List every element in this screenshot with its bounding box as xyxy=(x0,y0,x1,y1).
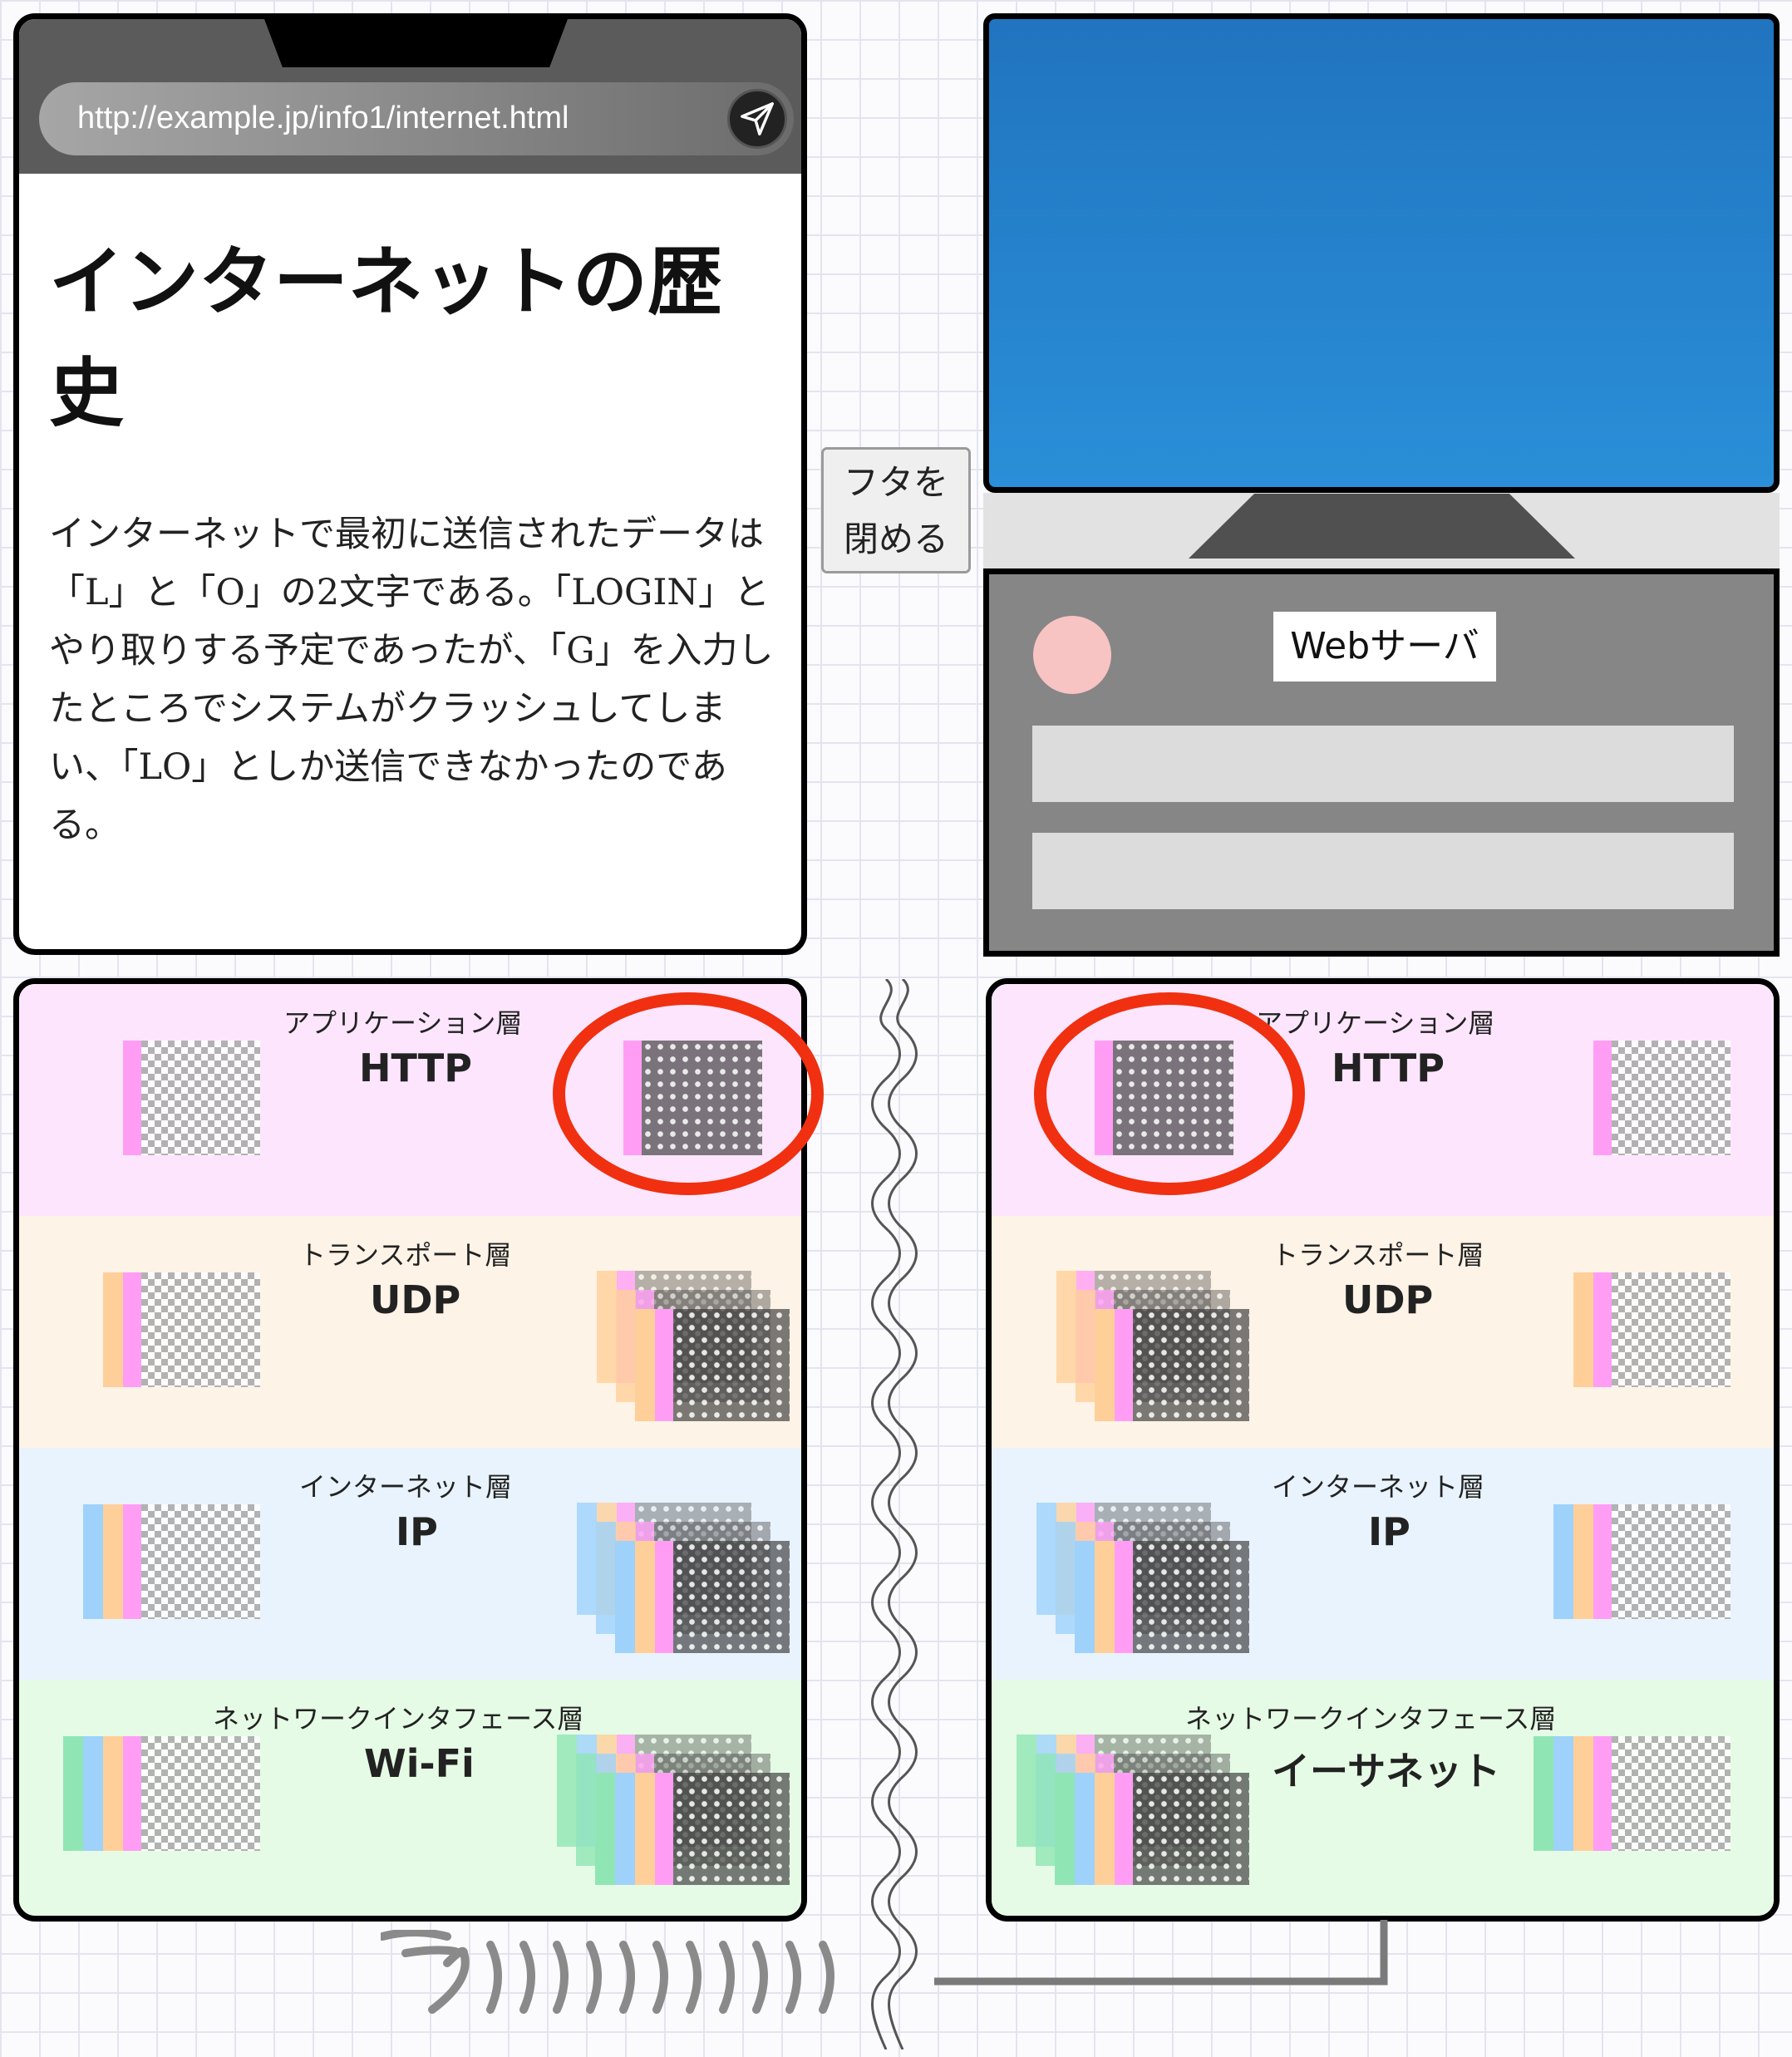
server-transport-layer: トランスポート層 UDP xyxy=(992,1216,1774,1448)
client-network-interface-layer: ネットワークインタフェース層 Wi-Fi xyxy=(19,1680,801,1916)
layer-name: ネットワークインタフェース層 xyxy=(213,1703,584,1735)
server-drive-slot xyxy=(1032,726,1734,802)
device-notch xyxy=(264,19,568,67)
layer-name: トランスポート層 xyxy=(299,1239,512,1271)
close-lid-button[interactable]: フタを 閉める xyxy=(821,447,971,573)
protocol-label: イーサネット xyxy=(1272,1749,1501,1794)
layer-name: アプリケーション層 xyxy=(283,1007,523,1039)
server-internet-layer: インターネット層 IP xyxy=(992,1448,1774,1680)
client-browser-window: http://example.jp/info1/internet.html イン… xyxy=(13,13,807,955)
server-status-led xyxy=(1033,616,1111,694)
send-button[interactable] xyxy=(727,89,787,149)
protocol-label: HTTP xyxy=(359,1046,473,1090)
protocol-label: HTTP xyxy=(1332,1046,1445,1090)
protocol-label: UDP xyxy=(370,1277,461,1322)
layer-name: ネットワークインタフェース層 xyxy=(1185,1703,1557,1735)
page-body-text: インターネットで最初に送信されたデータは「L」と「O」の2文字である。「LOGI… xyxy=(49,514,774,846)
page-title: インターネットの歴史 xyxy=(49,239,722,437)
server-network-interface-layer: ネットワークインタフェース層 イーサネット xyxy=(992,1680,1774,1916)
url-text[interactable]: http://example.jp/info1/internet.html xyxy=(77,101,569,136)
address-bar[interactable]: http://example.jp/info1/internet.html xyxy=(39,82,794,155)
protocol-label: IP xyxy=(1368,1509,1410,1554)
close-lid-button-line2: 閉める xyxy=(843,519,948,559)
layer-name: インターネット層 xyxy=(1272,1471,1485,1503)
highlight-ring xyxy=(553,992,824,1195)
server-label: Webサーバ xyxy=(1273,612,1496,682)
layer-name: トランスポート層 xyxy=(1272,1239,1484,1271)
highlight-ring xyxy=(1034,992,1305,1195)
protocol-label: Wi-Fi xyxy=(364,1741,475,1786)
protocol-label: UDP xyxy=(1342,1277,1434,1322)
internet-link-wave xyxy=(871,979,918,2050)
client-transport-layer: トランスポート層 UDP xyxy=(19,1216,801,1448)
monitor-stand xyxy=(1189,494,1575,559)
layer-name: インターネット層 xyxy=(299,1471,513,1503)
client-internet-layer: インターネット層 IP xyxy=(19,1448,801,1680)
close-lid-button-line1: フタを xyxy=(843,462,948,503)
protocol-label: IP xyxy=(396,1509,438,1554)
server-monitor-screen xyxy=(983,13,1780,493)
ethernet-cable xyxy=(934,1920,1388,1986)
server-drive-slot xyxy=(1032,833,1734,909)
wifi-signal-waves xyxy=(381,1930,834,2014)
layer-name: アプリケーション層 xyxy=(1256,1007,1495,1039)
send-icon xyxy=(741,102,774,135)
web-server-box: Webサーバ xyxy=(983,568,1780,957)
